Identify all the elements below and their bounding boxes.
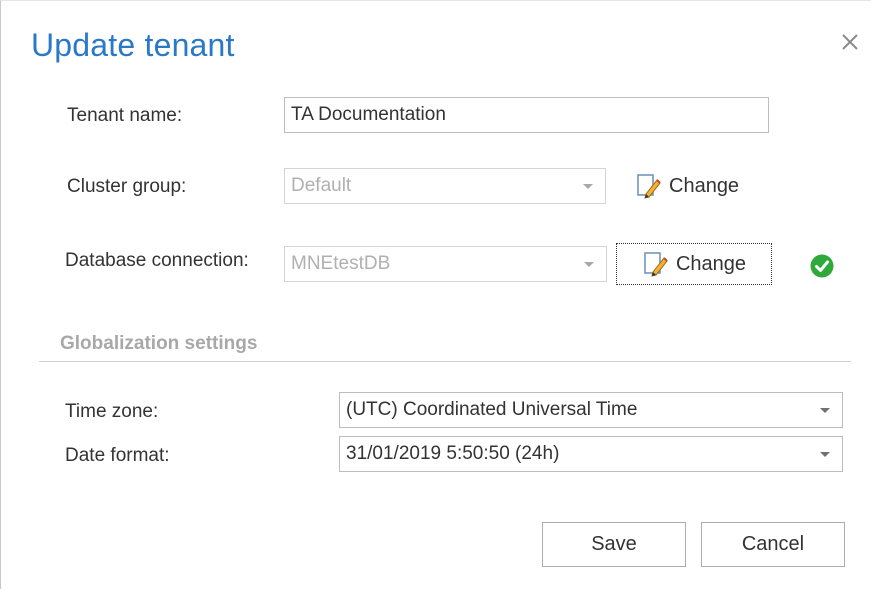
cancel-button[interactable]: Cancel: [701, 522, 845, 567]
chevron-down-icon: [820, 451, 830, 457]
globalization-section-title: Globalization settings: [60, 333, 258, 354]
time-zone-value: (UTC) Coordinated Universal Time: [346, 399, 638, 420]
check-circle-icon: [809, 253, 835, 284]
database-connection-value: MNEtestDB: [291, 253, 391, 274]
database-connection-change-label: Change: [675, 252, 747, 275]
tenant-name-label: Tenant name:: [67, 105, 183, 126]
update-tenant-dialog: Update tenant Tenant name: Cluster group…: [0, 0, 871, 589]
cluster-group-change-label: Change: [669, 174, 740, 197]
edit-document-icon: [642, 250, 670, 278]
date-format-value: 31/01/2019 5:50:50 (24h): [346, 443, 560, 464]
section-divider: [39, 361, 851, 362]
chevron-down-icon: [583, 183, 593, 189]
cluster-group-value: Default: [291, 175, 352, 196]
chevron-down-icon: [584, 261, 594, 267]
database-connection-label: Database connection:: [65, 250, 249, 271]
dialog-title: Update tenant: [31, 27, 235, 63]
date-format-select[interactable]: 31/01/2019 5:50:50 (24h): [339, 436, 843, 472]
time-zone-select[interactable]: (UTC) Coordinated Universal Time: [339, 392, 843, 428]
time-zone-label: Time zone:: [65, 401, 159, 422]
tenant-name-input[interactable]: [284, 97, 769, 133]
cluster-group-label: Cluster group:: [67, 176, 187, 197]
cluster-group-select: Default: [284, 168, 606, 204]
edit-document-icon: [635, 172, 663, 200]
save-button[interactable]: Save: [542, 522, 686, 567]
close-button[interactable]: [839, 31, 865, 57]
cluster-group-change-button[interactable]: Change: [635, 169, 739, 203]
database-connection-change-button[interactable]: Change: [616, 243, 772, 285]
close-icon: [842, 34, 858, 50]
date-format-label: Date format:: [65, 445, 170, 466]
chevron-down-icon: [820, 407, 830, 413]
database-connection-select: MNEtestDB: [284, 246, 607, 282]
